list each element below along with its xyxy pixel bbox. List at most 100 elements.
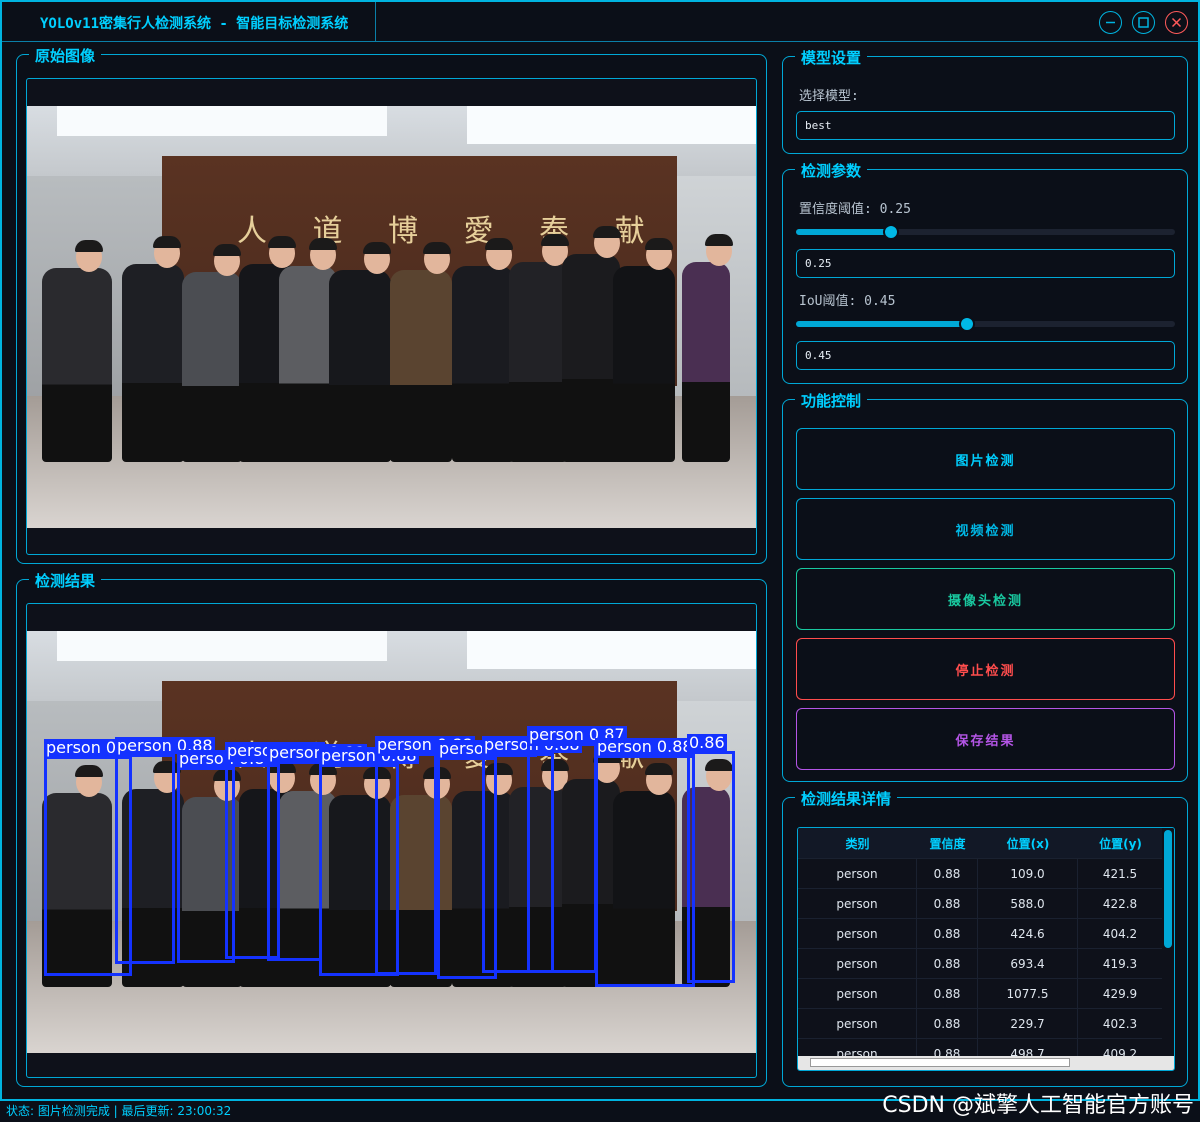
table-row[interactable]: person 0.88 109.0 421.5	[798, 858, 1163, 888]
table-horizontal-scrollbar[interactable]	[798, 1056, 1174, 1070]
table-cell: 0.88	[917, 919, 978, 948]
close-button[interactable]	[1165, 11, 1188, 34]
person-hair	[593, 226, 621, 238]
controls-panel: 功能控制 图片检测 视频检测 摄像头检测 停止检测 保存结果	[782, 390, 1188, 782]
person-figure	[329, 270, 391, 462]
video-detect-button[interactable]: 视频检测	[796, 498, 1175, 560]
detect-params-panel: 检测参数 置信度阈值: 0.25 0.25 IoU阈值: 0.45 0.45	[782, 160, 1188, 384]
confidence-input[interactable]: 0.25	[796, 249, 1175, 278]
person-hair	[153, 236, 181, 248]
table-row[interactable]: person 0.88 693.4 419.3	[798, 948, 1163, 978]
table-cell: 1077.5	[978, 979, 1078, 1008]
table-cell: person	[798, 979, 917, 1008]
detect-params-title: 检测参数	[795, 160, 868, 181]
controls-title: 功能控制	[795, 390, 868, 411]
person-hair	[75, 240, 103, 252]
stop-detect-button[interactable]: 停止检测	[796, 638, 1175, 700]
person-hair	[309, 238, 337, 250]
detection-label: 0.86	[687, 733, 727, 752]
original-image-panel: 原始图像 人 道 博 愛 奉 献	[16, 45, 767, 564]
table-row[interactable]: person 0.88 1077.5 429.9	[798, 978, 1163, 1008]
iou-slider-thumb[interactable]	[958, 316, 975, 332]
person-hair	[363, 242, 391, 254]
confidence-slider[interactable]	[796, 224, 1175, 240]
table-cell: person	[798, 889, 917, 918]
ceiling-light	[57, 631, 387, 661]
original-panel-title: 原始图像	[29, 45, 102, 66]
table-cell: 229.7	[978, 1009, 1078, 1038]
maximize-button[interactable]	[1132, 11, 1155, 34]
table-row[interactable]: person 0.88 588.0 422.8	[798, 888, 1163, 918]
col-y[interactable]: 位置(y)	[1078, 828, 1163, 858]
iou-input[interactable]: 0.45	[796, 341, 1175, 370]
minimize-icon	[1106, 21, 1115, 24]
person-figure	[613, 266, 675, 462]
person-hair	[485, 238, 513, 250]
person-figure	[452, 266, 514, 462]
ceiling-light	[57, 106, 387, 136]
confidence-label: 置信度阈值: 0.25	[799, 202, 911, 217]
main-window: YOLOv11密集行人检测系统 - 智能目标检测系统 原始图像 人 道 博 愛 …	[0, 0, 1200, 1101]
table-cell: person	[798, 859, 917, 888]
person-figure	[122, 264, 184, 462]
table-cell: 0.88	[917, 859, 978, 888]
person-figure	[42, 268, 112, 462]
person-figure	[562, 254, 620, 462]
model-settings-panel: 模型设置 选择模型: best	[782, 47, 1188, 154]
window-controls	[1099, 11, 1188, 34]
result-image: 人 道 博 愛 奉 献person 0.88person 0.88person …	[27, 631, 756, 1053]
confidence-slider-thumb[interactable]	[882, 224, 899, 240]
col-class[interactable]: 类别	[798, 828, 917, 858]
table-cell: 429.9	[1078, 979, 1163, 1008]
model-select-label: 选择模型:	[799, 89, 859, 104]
maximize-icon	[1138, 17, 1149, 28]
model-settings-title: 模型设置	[795, 47, 868, 68]
detection-box	[527, 743, 597, 973]
table-cell: 588.0	[978, 889, 1078, 918]
person-hair	[705, 234, 733, 246]
title-bar: YOLOv11密集行人检测系统 - 智能目标检测系统	[2, 2, 1198, 42]
table-cell: 404.2	[1078, 919, 1163, 948]
vertical-scroll-thumb[interactable]	[1164, 830, 1172, 948]
window-title: YOLOv11密集行人检测系统 - 智能目标检测系统	[40, 16, 349, 32]
person-hair	[268, 236, 296, 248]
image-detect-button[interactable]: 图片检测	[796, 428, 1175, 490]
person-figure	[682, 262, 730, 462]
table-cell: 693.4	[978, 949, 1078, 978]
title-tab: YOLOv11密集行人检测系统 - 智能目标检测系统	[12, 2, 376, 42]
person-figure	[182, 272, 242, 462]
camera-detect-button[interactable]: 摄像头检测	[796, 568, 1175, 630]
col-x[interactable]: 位置(x)	[978, 828, 1078, 858]
person-hair	[541, 234, 569, 246]
result-image-panel: 检测结果 人 道 博 愛 奉 献person 0.88person 0.88pe…	[16, 570, 767, 1087]
person-hair	[423, 242, 451, 254]
iou-slider[interactable]	[796, 316, 1175, 332]
col-confidence[interactable]: 置信度	[917, 828, 978, 858]
iou-slider-fill	[796, 321, 967, 327]
details-title: 检测结果详情	[795, 788, 898, 809]
result-image-frame: 人 道 博 愛 奉 献person 0.88person 0.88person …	[26, 603, 757, 1078]
detection-box	[687, 751, 735, 983]
person-hair	[213, 244, 241, 256]
details-table: 类别 置信度 位置(x) 位置(y) person 0.88 109.0 421.5 p…	[797, 827, 1175, 1071]
table-cell: 0.88	[917, 1009, 978, 1038]
watermark: CSDN @斌擎人工智能官方账号	[882, 1093, 1194, 1118]
table-header: 类别 置信度 位置(x) 位置(y)	[798, 828, 1163, 858]
table-cell: 402.3	[1078, 1009, 1163, 1038]
iou-label: IoU阈值: 0.45	[799, 294, 896, 309]
person-figure	[390, 270, 452, 462]
detection-box	[267, 761, 322, 961]
table-row[interactable]: person 0.88 424.6 404.2	[798, 918, 1163, 948]
model-select[interactable]: best	[796, 111, 1175, 140]
table-vertical-scrollbar[interactable]	[1162, 828, 1174, 1058]
result-panel-title: 检测结果	[29, 570, 102, 591]
save-result-button[interactable]: 保存结果	[796, 708, 1175, 770]
minimize-button[interactable]	[1099, 11, 1122, 34]
horizontal-scroll-thumb[interactable]	[810, 1058, 1070, 1067]
close-icon	[1171, 17, 1182, 28]
table-cell: 424.6	[978, 919, 1078, 948]
table-row[interactable]: person 0.88 229.7 402.3	[798, 1008, 1163, 1038]
original-image-frame: 人 道 博 愛 奉 献	[26, 78, 757, 555]
detection-box	[115, 754, 175, 964]
detection-box	[375, 753, 437, 975]
